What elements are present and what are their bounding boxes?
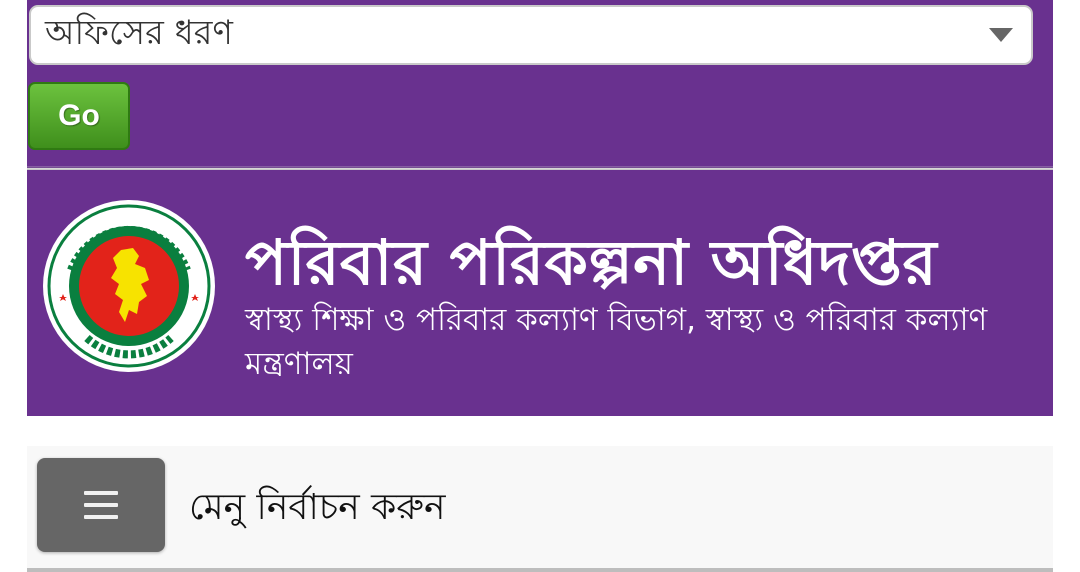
site-header: পরিবার পরিকল্পনা অধিদপ্তর স্বাস্থ্য শিক্…: [27, 170, 1053, 416]
chevron-down-icon[interactable]: [989, 28, 1013, 42]
bangladesh-government-seal-icon[interactable]: [41, 198, 217, 374]
menu-toggle-button[interactable]: [37, 458, 165, 552]
menu-bottom-border: [27, 568, 1053, 572]
office-type-select-value: অফিসের ধরণ: [45, 12, 233, 53]
site-subtitle: স্বাস্থ্য শিক্ষা ও পরিবার কল্যাণ বিভাগ, …: [245, 302, 988, 382]
menu-bar: মেনু নির্বাচন করুন: [27, 446, 1053, 568]
hamburger-menu-icon: [84, 491, 118, 519]
page: অফিসের ধরণ Go পরিবার পরিকল্পনা অধিদপ্তর …: [0, 0, 1080, 572]
go-button[interactable]: Go: [28, 82, 130, 150]
office-search-band: অফিসের ধরণ Go: [27, 0, 1053, 168]
office-type-select[interactable]: অফিসের ধরণ: [29, 5, 1033, 65]
menu-label[interactable]: মেনু নির্বাচন করুন: [189, 480, 445, 540]
